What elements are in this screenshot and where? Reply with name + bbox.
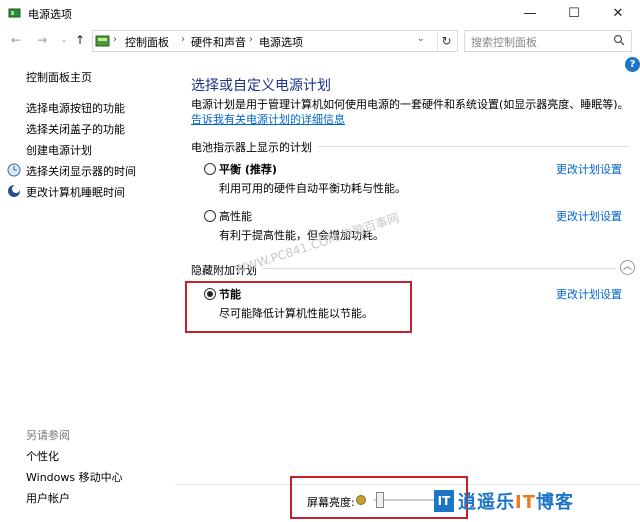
page-title: 选择或自定义电源计划 <box>191 78 331 94</box>
breadcrumb-separator-icon: › <box>249 34 253 45</box>
forward-arrow-icon[interactable]: → <box>34 32 50 48</box>
tell-me-link[interactable]: 告诉我 <box>191 113 224 126</box>
power-saver-highlight-box <box>185 281 412 333</box>
sidebar-item-personalization[interactable]: 个性化 <box>26 448 59 464</box>
minimize-button[interactable]: — <box>508 0 552 26</box>
refresh-icon[interactable]: ↻ <box>437 32 455 50</box>
section-divider <box>318 146 630 147</box>
sidebar-item-windows-mobility-center[interactable]: Windows 移动中心 <box>26 469 123 485</box>
power-options-icon <box>8 8 21 18</box>
page-description: 电源计划是用于管理计算机如何使用电源的一套硬件和系统设置(如显示器亮度、睡眠等)… <box>191 98 629 126</box>
collapse-chevron-icon[interactable]: ︿ <box>620 260 635 275</box>
help-icon[interactable]: ? <box>625 57 640 72</box>
search-icon[interactable] <box>613 34 625 46</box>
sidebar-item-power-button[interactable]: 选择电源按钮的功能 <box>26 100 125 116</box>
blog-logo: IT 逍遥乐IT博客 <box>434 488 574 514</box>
address-dropdown-icon[interactable]: ⌄ <box>417 34 425 44</box>
sidebar-item-user-accounts[interactable]: 用户帐户 <box>26 490 70 506</box>
section-battery-meter-plans: 电池指示器上显示的计划 <box>191 141 312 154</box>
power-plan-details-link[interactable]: 有关电源计划的详细信息 <box>224 113 345 126</box>
blog-logo-text: 逍遥乐IT博客 <box>458 492 574 513</box>
see-also-heading: 另请参阅 <box>26 429 70 442</box>
plan-balanced-name[interactable]: 平衡 (推荐) <box>219 161 277 177</box>
back-arrow-icon[interactable]: ← <box>8 32 24 48</box>
window-title: 电源选项 <box>28 8 72 21</box>
plan-power-saver-change-settings-link[interactable]: 更改计划设置 <box>556 286 622 302</box>
sidebar-item-lid-close[interactable]: 选择关闭盖子的功能 <box>26 121 125 137</box>
maximize-button[interactable]: ☐ <box>552 0 596 26</box>
display-clock-icon <box>7 163 21 177</box>
section-divider <box>262 268 616 269</box>
plan-balanced-desc: 利用可用的硬件自动平衡功耗与性能。 <box>219 182 406 195</box>
breadcrumb-separator-icon: › <box>113 34 117 45</box>
breadcrumb-separator-icon: › <box>181 34 185 45</box>
sidebar-item-sleep-time[interactable]: 更改计算机睡眠时间 <box>26 184 125 200</box>
plan-high-performance-change-settings-link[interactable]: 更改计划设置 <box>556 208 622 224</box>
plan-balanced-radio[interactable] <box>204 163 216 175</box>
sidebar-item-create-plan[interactable]: 创建电源计划 <box>26 142 92 158</box>
blog-logo-mark: IT <box>434 490 454 512</box>
control-panel-icon <box>95 35 110 47</box>
address-bar[interactable]: › 控制面板 › 硬件和声音 › 电源选项 ⌄ ↻ <box>92 30 458 52</box>
search-box[interactable]: 搜索控制面板 <box>464 30 632 52</box>
recent-locations-chevron-icon[interactable]: ⌄ <box>56 32 72 48</box>
close-button[interactable]: ✕ <box>596 0 640 26</box>
sidebar: 控制面板主页 选择电源按钮的功能 选择关闭盖子的功能 创建电源计划 选择关闭显示… <box>0 58 175 522</box>
sleep-moon-icon <box>8 185 20 197</box>
navigation-bar: ← → ⌄ ↑ › 控制面板 › 硬件和声音 › 电源选项 ⌄ ↻ 搜索控制面板 <box>0 28 640 54</box>
breadcrumb-hardware-sound[interactable]: 硬件和声音 <box>191 34 246 50</box>
search-input[interactable]: 搜索控制面板 <box>471 34 537 50</box>
breadcrumb-control-panel[interactable]: 控制面板 <box>125 34 169 50</box>
up-arrow-icon[interactable]: ↑ <box>72 32 88 48</box>
sidebar-item-display-off[interactable]: 选择关闭显示器的时间 <box>26 163 136 179</box>
title-bar: 电源选项 — ☐ ✕ <box>0 0 640 26</box>
plan-balanced-change-settings-link[interactable]: 更改计划设置 <box>556 161 622 177</box>
breadcrumb-power-options[interactable]: 电源选项 <box>259 34 303 50</box>
plan-high-performance-name[interactable]: 高性能 <box>219 208 252 224</box>
plan-high-performance-radio[interactable] <box>204 210 216 222</box>
sidebar-item-control-panel-home[interactable]: 控制面板主页 <box>26 69 92 85</box>
